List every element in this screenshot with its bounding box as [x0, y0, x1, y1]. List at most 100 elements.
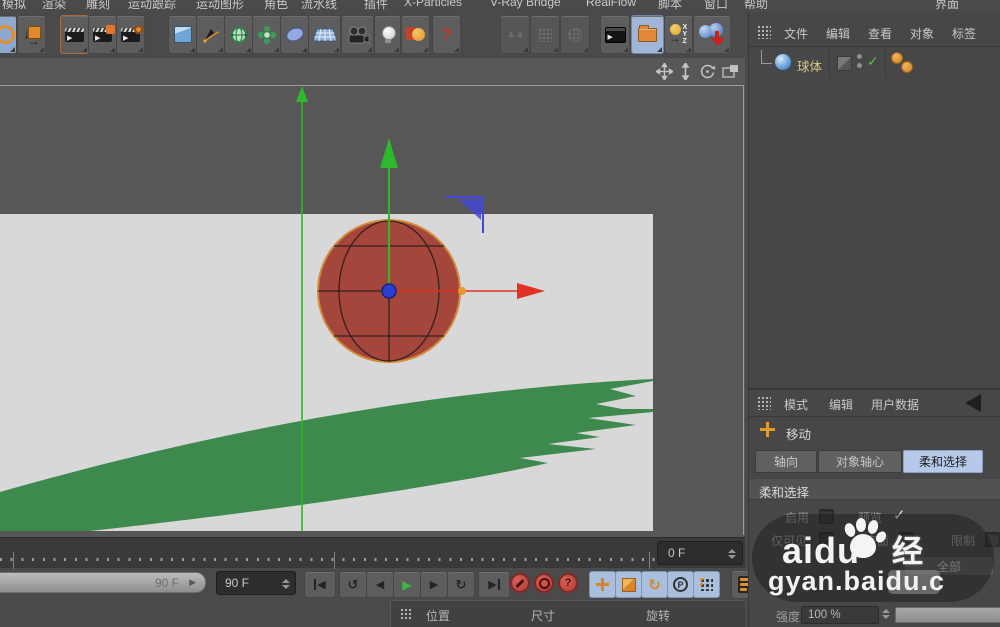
render-picture-viewer-button[interactable]: ▶ — [88, 15, 117, 54]
deformer-button[interactable] — [252, 15, 281, 54]
prev-frame-button[interactable]: ◀ — [366, 571, 394, 598]
menu-pipeline[interactable]: 流水线 — [301, 0, 337, 11]
current-frame-field[interactable]: 0 F — [657, 541, 743, 565]
baidu-paw-icon — [840, 518, 886, 560]
menu-vray-bridge[interactable]: V-Ray Bridge — [490, 0, 561, 9]
texture-tag-icon-2[interactable] — [901, 61, 913, 73]
menu-sculpt[interactable]: 雕刻 — [86, 0, 110, 11]
key-scale-toggle[interactable] — [615, 571, 642, 598]
timeline-window-button[interactable]: ▶ — [600, 15, 630, 54]
render-view-button[interactable]: ▶ — [60, 15, 89, 54]
tab-axis[interactable]: 轴向 — [755, 450, 817, 473]
tree-elbow[interactable] — [761, 50, 772, 64]
next-key-button[interactable]: ↻ — [447, 571, 475, 598]
key-parameter-toggle[interactable]: P — [667, 571, 694, 598]
menu-mograph[interactable]: 运动图形 — [196, 0, 244, 11]
tick-dots — [0, 558, 655, 561]
timeline-ruler[interactable]: 30 35 40 45 50 55 60 65 70 75 80 85 90 0… — [0, 537, 745, 568]
viewport[interactable] — [0, 58, 745, 537]
goto-start-button[interactable]: ◀ — [304, 571, 336, 598]
sphere-object-icon — [775, 54, 791, 70]
texture-mode-button[interactable] — [560, 15, 590, 54]
range-play-icon: ▶ — [189, 577, 196, 588]
om-menu-edit[interactable]: 编辑 — [826, 25, 850, 42]
key-rotation-toggle[interactable]: ↻ — [641, 571, 668, 598]
object-name[interactable]: 球体 — [797, 56, 822, 75]
om-menu-file[interactable]: 文件 — [784, 25, 808, 42]
texture-tag-icon[interactable] — [891, 52, 903, 64]
menu-realflow[interactable]: RealFlow — [586, 0, 636, 9]
layer-toggle[interactable] — [837, 56, 852, 71]
key-icon — [515, 578, 524, 587]
key-position-toggle[interactable] — [589, 571, 616, 598]
enabled-check-icon[interactable]: ✓ — [867, 53, 879, 70]
add-cube-button[interactable] — [168, 15, 197, 54]
menu-render[interactable]: 渲染 — [42, 0, 66, 11]
record-keyframe-button[interactable] — [510, 573, 530, 593]
menu-window[interactable]: 窗口 — [704, 0, 728, 11]
live-selection-button[interactable] — [0, 15, 17, 54]
content-browser-button[interactable] — [631, 15, 664, 54]
spline-primitive-button[interactable] — [280, 15, 309, 54]
menu-xparticles[interactable]: X-Particles — [404, 0, 462, 9]
attribute-manager-grip[interactable] — [757, 396, 771, 410]
strength-slider[interactable] — [895, 607, 1000, 623]
coordinates-manager-button[interactable]: → XYZ — [664, 15, 693, 54]
timeline-range-slider[interactable]: 90 F ▶ — [0, 572, 206, 593]
tab-soft-selection[interactable]: 柔和选择 — [903, 450, 983, 473]
spline-pen-button[interactable] — [196, 15, 225, 54]
tab-object-axis[interactable]: 对象轴心 — [818, 450, 902, 473]
floor-environment-button[interactable] — [308, 15, 341, 54]
soft-selection-section-header[interactable]: 柔和选择 — [749, 478, 1000, 500]
camera-button[interactable] — [341, 15, 374, 54]
am-menu-mode[interactable]: 模式 — [784, 396, 808, 413]
next-frame-button[interactable]: ▶ — [420, 571, 448, 598]
strength-stepper[interactable] — [882, 609, 890, 619]
plugin-dynamics-button[interactable] — [693, 15, 731, 54]
sky-icon — [406, 26, 425, 43]
strength-field[interactable]: 100 % — [801, 606, 879, 624]
menu-script[interactable]: 脚本 — [658, 0, 682, 11]
am-menu-edit[interactable]: 编辑 — [829, 396, 853, 413]
pen-icon — [201, 25, 221, 45]
menu-simulate[interactable]: 模拟 — [2, 0, 26, 11]
prev-key-button[interactable]: ↺ — [339, 571, 367, 598]
end-frame-field[interactable]: 90 F — [216, 571, 296, 595]
menu-plugins[interactable]: 插件 — [364, 0, 388, 11]
om-header-divider — [749, 46, 1000, 47]
current-frame-stepper[interactable] — [728, 549, 736, 559]
light-button[interactable] — [374, 15, 401, 54]
help-button[interactable]: ? — [432, 15, 461, 54]
move-tool-button[interactable]: ↓ → — [17, 15, 46, 54]
menu-motion-tracker[interactable]: 运动跟踪 — [128, 0, 176, 11]
autokey-button[interactable] — [534, 573, 554, 593]
menu-character[interactable]: 角色 — [264, 0, 288, 11]
om-menu-tags[interactable]: 标签 — [952, 25, 976, 42]
play-button[interactable]: ▶ — [393, 571, 421, 598]
end-frame-stepper[interactable] — [282, 579, 290, 589]
render-settings-icon: ▶ — [121, 28, 140, 42]
tick-line-30 — [13, 552, 14, 569]
om-menu-object[interactable]: 对象 — [910, 25, 934, 42]
subdivision-surface-button[interactable] — [224, 15, 253, 54]
coordinates-grip[interactable] — [400, 608, 413, 621]
visibility-dot-bottom[interactable] — [857, 63, 862, 68]
model-mode-button[interactable] — [530, 15, 560, 54]
blue-spheres-icon — [699, 23, 725, 47]
object-manager-grip[interactable] — [757, 25, 771, 39]
menu-interface[interactable]: 界面 — [935, 0, 959, 11]
key-pla-toggle[interactable] — [693, 571, 720, 598]
om-menu-view[interactable]: 查看 — [868, 25, 892, 42]
goto-end-button[interactable]: ▶ — [478, 571, 510, 598]
sky-environment-button[interactable] — [401, 15, 430, 54]
visibility-dot-top[interactable] — [857, 54, 862, 59]
am-menu-userdata[interactable]: 用户数据 — [871, 396, 919, 413]
render-settings-button[interactable]: ▶ — [116, 15, 145, 54]
object-row-sphere[interactable]: 球体 ✓ — [749, 50, 1000, 76]
size-label: 尺寸 — [531, 607, 555, 624]
menu-help[interactable]: 帮助 — [744, 0, 768, 11]
am-back-arrow[interactable] — [965, 394, 981, 412]
keyframe-selection-button[interactable]: ? — [558, 573, 578, 593]
subdivision-surface-icon — [229, 25, 249, 45]
make-editable-button[interactable]: ▲▲ — [500, 15, 530, 54]
